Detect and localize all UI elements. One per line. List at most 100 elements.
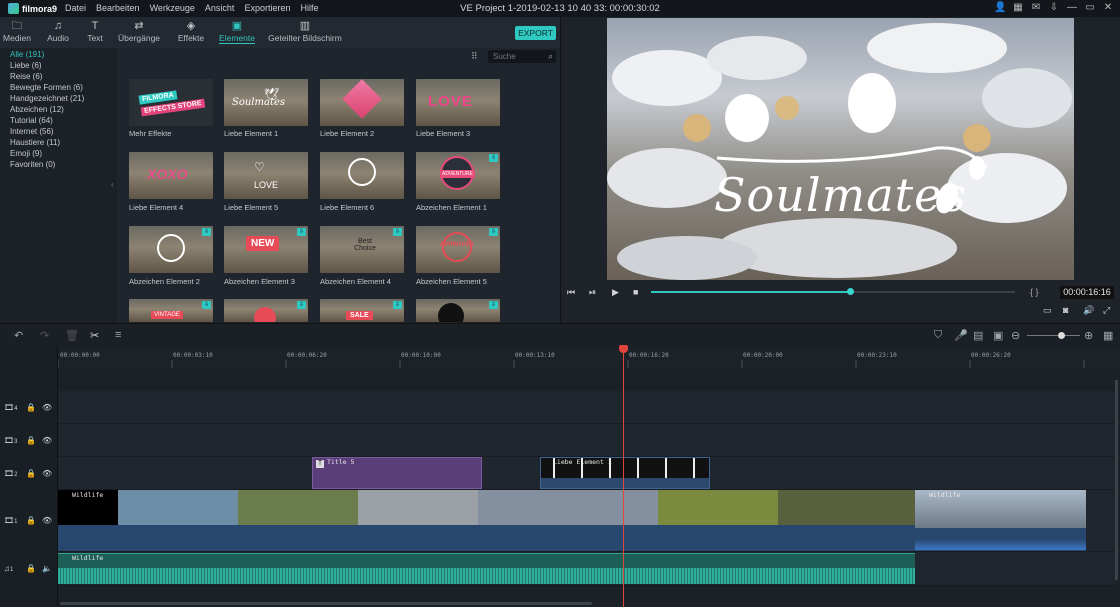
category-item[interactable]: Bewegte Formen (6) bbox=[0, 82, 112, 93]
category-item[interactable]: Internet (56) bbox=[0, 126, 112, 137]
tab-text[interactable]: T Text bbox=[82, 17, 108, 48]
download-badge-icon[interactable]: ⇩ bbox=[393, 301, 402, 309]
voiceover-icon[interactable]: ▣ bbox=[993, 329, 1003, 342]
element-tile[interactable]: ⇩ bbox=[129, 226, 213, 273]
delete-icon[interactable]: 🗑 bbox=[65, 329, 79, 342]
track-row-video-3[interactable] bbox=[58, 424, 1116, 457]
fullscreen-icon[interactable]: ⤢ bbox=[1103, 305, 1110, 316]
category-item[interactable]: Handgezeichnet (21) bbox=[0, 93, 112, 104]
tab-effekte[interactable]: ◈ Effekte bbox=[170, 17, 212, 48]
element-tile[interactable]: Soulmates 🕊 bbox=[224, 79, 308, 126]
tab-medien[interactable]: 🗀 Medien bbox=[0, 17, 34, 48]
category-item[interactable]: Reise (6) bbox=[0, 71, 112, 82]
video-clip[interactable]: Wildlife bbox=[58, 490, 915, 551]
timeline-settings-icon[interactable]: ▦ bbox=[1103, 329, 1113, 342]
cut-icon[interactable]: ✂ bbox=[90, 329, 99, 342]
mixer-icon[interactable]: ▤ bbox=[973, 329, 983, 342]
eye-icon[interactable]: 👁 bbox=[42, 403, 52, 412]
restore-icon[interactable]: ▭ bbox=[1084, 2, 1096, 14]
menu-werkzeuge[interactable]: Werkzeuge bbox=[145, 0, 200, 17]
download-badge-icon[interactable]: ⇩ bbox=[489, 228, 498, 236]
microphone-icon[interactable]: 🎤 bbox=[954, 329, 968, 342]
element-tile[interactable]: ADVENTURE ⇩ bbox=[416, 152, 500, 199]
category-item[interactable]: Liebe (6) bbox=[0, 60, 112, 71]
skip-back-icon[interactable]: ⏮ bbox=[567, 287, 575, 298]
playhead-handle[interactable] bbox=[619, 345, 628, 353]
element-tile[interactable]: NEW ⇩ bbox=[224, 226, 308, 273]
element-tile[interactable]: Best Choice ⇩ bbox=[320, 226, 404, 273]
play-icon[interactable]: ▶ bbox=[612, 287, 619, 298]
category-item[interactable]: Abzeichen (12) bbox=[0, 104, 112, 115]
lock-icon[interactable]: 🔒 bbox=[26, 403, 36, 412]
element-tile[interactable]: LOVE bbox=[416, 79, 500, 126]
lock-icon[interactable]: 🔒 bbox=[26, 516, 36, 525]
grid-icon[interactable]: ▦ bbox=[1012, 2, 1024, 14]
category-item[interactable]: Favoriten (0) bbox=[0, 159, 112, 170]
download-badge-icon[interactable]: ⇩ bbox=[202, 301, 211, 309]
menu-datei[interactable]: Datei bbox=[60, 0, 91, 17]
minimize-icon[interactable]: — bbox=[1066, 2, 1078, 14]
tab-geteilter-bildschirm[interactable]: ▥ Geteilter Bildschirm bbox=[262, 17, 348, 48]
export-button[interactable]: EXPORT bbox=[515, 26, 556, 40]
timeline-vertical-scrollbar[interactable] bbox=[1115, 380, 1118, 580]
download-icon[interactable]: ⇩ bbox=[1048, 2, 1060, 14]
element-tile[interactable] bbox=[320, 152, 404, 199]
eye-icon[interactable]: 👁 bbox=[42, 436, 52, 445]
menu-exportieren[interactable]: Exportieren bbox=[239, 0, 295, 17]
grid-view-icon[interactable]: ⠿ bbox=[471, 51, 478, 62]
element-tile[interactable]: ⇩ bbox=[416, 299, 500, 322]
lock-icon[interactable]: 🔒 bbox=[26, 469, 36, 478]
tab-uebergaenge[interactable]: ⇄ Übergänge bbox=[108, 17, 170, 48]
mail-icon[interactable]: ✉ bbox=[1030, 2, 1042, 14]
tab-audio[interactable]: ♫ Audio bbox=[34, 17, 82, 48]
zoom-knob[interactable] bbox=[1058, 332, 1065, 339]
element-tile[interactable]: VINTAGE ⇩ bbox=[129, 299, 213, 322]
video-clip[interactable]: Wildlife bbox=[915, 490, 1086, 551]
element-tile[interactable]: SALE ⇩ bbox=[320, 299, 404, 322]
category-item[interactable]: Alle (191) bbox=[0, 49, 112, 60]
step-back-icon[interactable]: ⏯ bbox=[589, 287, 596, 298]
element-tile[interactable]: FILMORA EFFECTS STORE bbox=[129, 79, 213, 126]
menu-hilfe[interactable]: Hilfe bbox=[295, 0, 323, 17]
title-clip[interactable]: T Title 5 bbox=[312, 457, 482, 489]
marker-icon[interactable]: ⛉ bbox=[934, 329, 942, 342]
mark-in-out[interactable]: { } bbox=[1030, 287, 1039, 297]
category-item[interactable]: Haustiere (11) bbox=[0, 137, 112, 148]
category-item[interactable]: Emoji (9) bbox=[0, 148, 112, 159]
zoom-in-icon[interactable]: ⊕ bbox=[1084, 329, 1093, 342]
element-tile[interactable]: LOVE ♡ bbox=[224, 152, 308, 199]
element-clip[interactable]: Liebe Element 1 bbox=[540, 457, 710, 489]
download-badge-icon[interactable]: ⇩ bbox=[297, 301, 306, 309]
snapshot-icon[interactable]: ◙ bbox=[1063, 305, 1068, 315]
user-icon[interactable]: 👤 bbox=[994, 2, 1006, 14]
scrubber-knob[interactable] bbox=[847, 288, 854, 295]
tab-elemente[interactable]: ▣ Elemente bbox=[212, 17, 262, 48]
zoom-out-icon[interactable]: ⊖ bbox=[1011, 329, 1020, 342]
element-tile[interactable]: XOXO bbox=[129, 152, 213, 199]
element-tile[interactable]: ⇩ bbox=[224, 299, 308, 322]
download-badge-icon[interactable]: ⇩ bbox=[202, 228, 211, 236]
download-badge-icon[interactable]: ⇩ bbox=[297, 228, 306, 236]
lock-icon[interactable]: 🔒 bbox=[26, 564, 36, 573]
redo-icon[interactable]: ↷ bbox=[40, 329, 49, 342]
menu-ansicht[interactable]: Ansicht bbox=[200, 0, 240, 17]
render-icon[interactable]: ▭ bbox=[1043, 305, 1052, 316]
speaker-icon[interactable]: 🔈 bbox=[42, 564, 52, 573]
close-icon[interactable]: ✕ bbox=[1102, 2, 1114, 14]
search-input[interactable]: Suche ⌕ bbox=[488, 50, 556, 63]
search-icon[interactable]: ⌕ bbox=[549, 50, 553, 63]
element-tile[interactable]: APPROVED ⇩ bbox=[416, 226, 500, 273]
menu-bearbeiten[interactable]: Bearbeiten bbox=[91, 0, 145, 17]
undo-icon[interactable]: ↶ bbox=[14, 329, 23, 342]
eye-icon[interactable]: 👁 bbox=[42, 469, 52, 478]
adjust-icon[interactable]: ≡ bbox=[115, 329, 121, 341]
track-row-video-4[interactable] bbox=[58, 391, 1116, 424]
lock-icon[interactable]: 🔒 bbox=[26, 436, 36, 445]
zoom-slider[interactable] bbox=[1027, 335, 1080, 336]
download-badge-icon[interactable]: ⇩ bbox=[489, 301, 498, 309]
eye-icon[interactable]: 👁 bbox=[42, 516, 52, 525]
collapse-panel-icon[interactable]: ‹ bbox=[111, 180, 114, 189]
download-badge-icon[interactable]: ⇩ bbox=[489, 154, 498, 162]
download-badge-icon[interactable]: ⇩ bbox=[393, 228, 402, 236]
playhead[interactable] bbox=[623, 347, 624, 607]
